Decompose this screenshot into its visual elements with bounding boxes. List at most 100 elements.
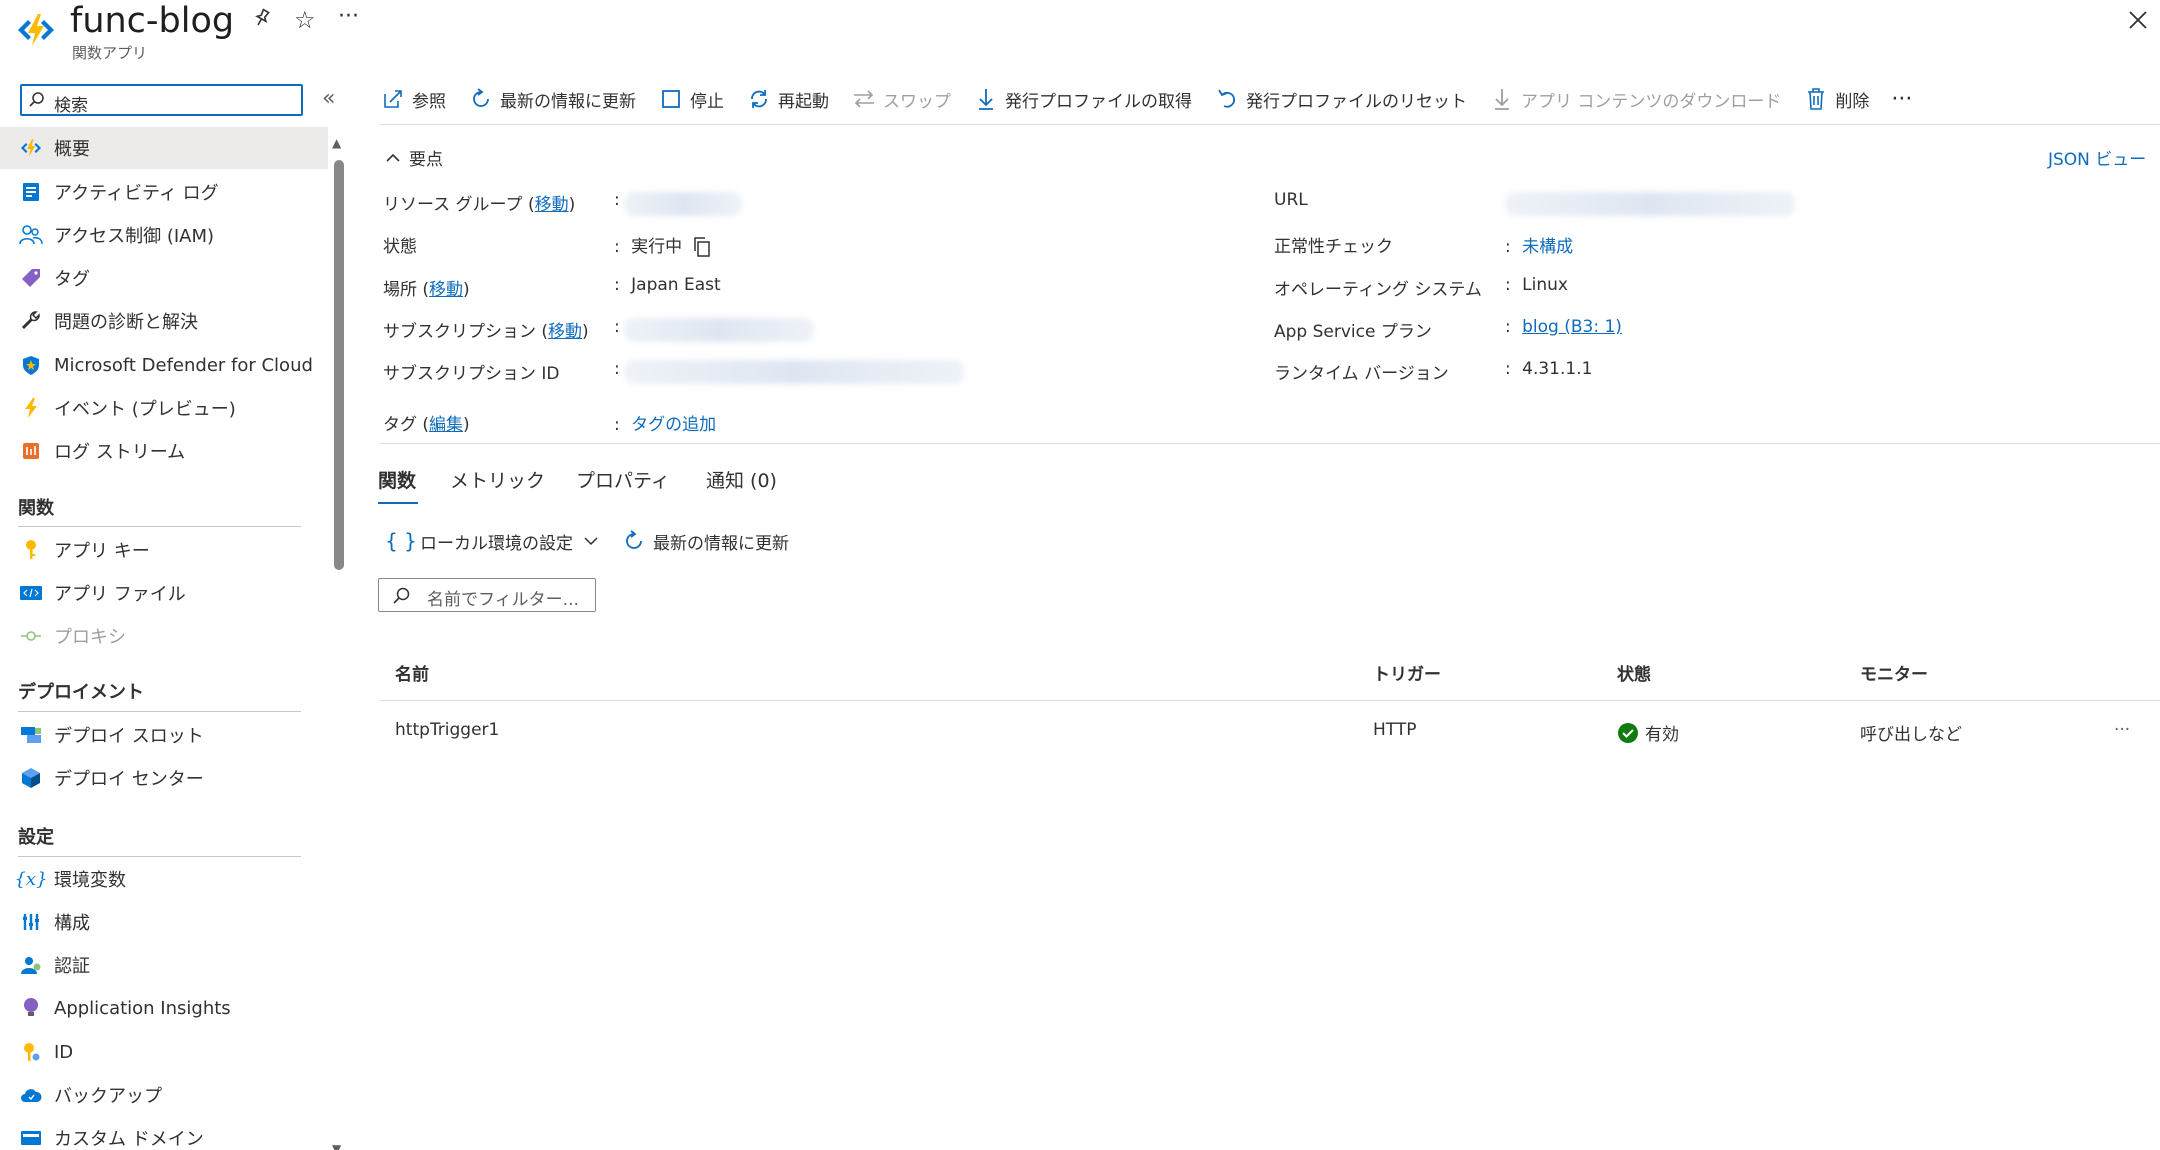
sidebar-item-events[interactable]: イベント (プレビュー)	[0, 387, 328, 429]
sidebar-item-access-control[interactable]: アクセス制御 (IAM)	[0, 214, 328, 256]
wrench-icon	[16, 306, 46, 336]
sidebar-item-custom-domains[interactable]: カスタム ドメイン	[0, 1117, 328, 1150]
column-header-name[interactable]: 名前	[395, 660, 429, 685]
stop-icon	[658, 86, 684, 112]
chevron-up-icon	[385, 152, 401, 164]
colon: :	[614, 415, 620, 435]
column-header-status[interactable]: 状態	[1617, 660, 1651, 685]
reset-publish-profile-button[interactable]: 発行プロファイルのリセット	[1214, 82, 1467, 116]
move-subscription-link[interactable]: 移動	[548, 322, 582, 342]
sidebar-item-label: バックアップ	[54, 1086, 162, 1107]
function-app-icon	[14, 8, 58, 52]
stop-button[interactable]: 停止	[658, 82, 724, 116]
sidebar-item-identity[interactable]: ID	[0, 1031, 328, 1073]
tab-notifications[interactable]: 通知 (0)	[706, 466, 777, 493]
colon: :	[614, 190, 620, 210]
identity-icon	[16, 1037, 46, 1067]
sidebar-item-log-stream[interactable]: ログ ストリーム	[0, 430, 328, 472]
colon: :	[1505, 275, 1511, 295]
star-icon[interactable]: ☆	[294, 5, 316, 35]
divider	[380, 700, 2160, 701]
edit-tags-link[interactable]: 編集	[429, 415, 463, 435]
add-tags-link[interactable]: タグの追加	[631, 415, 716, 435]
column-header-trigger[interactable]: トリガー	[1373, 660, 1441, 685]
sidebar-item-deployment-slots[interactable]: デプロイ スロット	[0, 714, 328, 756]
sidebar-item-deployment-center[interactable]: デプロイ センター	[0, 757, 328, 799]
scrollbar-thumb[interactable]	[334, 160, 344, 570]
json-view-link[interactable]: JSON ビュー	[2048, 145, 2146, 170]
sidebar-item-app-keys[interactable]: アプリ キー	[0, 529, 328, 571]
functions-refresh-button[interactable]: 最新の情報に更新	[621, 524, 789, 558]
close-icon[interactable]	[2126, 8, 2150, 32]
search-input[interactable]: 検索	[20, 84, 303, 116]
essentials-toggle[interactable]: 要点	[385, 145, 443, 170]
refresh-label: 最新の情報に更新	[653, 533, 789, 554]
swap-button: スワップ	[851, 82, 951, 116]
runtime-version-value: : 4.31.1.1	[1505, 359, 1592, 379]
tab-properties[interactable]: プロパティ	[576, 466, 670, 493]
sidebar-item-env-variables[interactable]: {x} 環境変数	[0, 858, 328, 900]
tab-functions[interactable]: 関数	[378, 466, 416, 493]
lightbulb-icon	[16, 993, 46, 1023]
download-content-label: アプリ コンテンツのダウンロード	[1521, 91, 1782, 112]
resource-group-label: リソース グループ (移動)	[383, 195, 576, 215]
download-disabled-icon	[1489, 86, 1515, 112]
location-value: : Japan East	[614, 275, 721, 295]
sidebar-item-tags[interactable]: タグ	[0, 257, 328, 299]
sidebar-item-diagnose[interactable]: 問題の診断と解決	[0, 300, 328, 342]
get-publish-profile-button[interactable]: 発行プロファイルの取得	[973, 82, 1192, 116]
download-content-button: アプリ コンテンツのダウンロード	[1489, 82, 1781, 116]
collapse-sidebar-icon[interactable]: «	[322, 86, 335, 111]
tab-metrics[interactable]: メトリック	[450, 466, 545, 493]
sidebar-item-activity-log[interactable]: アクティビティ ログ	[0, 171, 328, 213]
colon: :	[614, 359, 620, 379]
monitor-link[interactable]: 呼び出しなど	[1860, 720, 1962, 745]
url-value-redacted[interactable]	[1505, 192, 1795, 216]
filter-placeholder: 名前でフィルター...	[427, 590, 579, 610]
row-more-button[interactable]: ···	[2114, 720, 2130, 740]
sidebar-item-application-insights[interactable]: Application Insights	[0, 987, 328, 1029]
restart-label: 再起動	[778, 91, 829, 112]
command-bar: 参照 最新の情報に更新 停止 再起動 スワップ 発行プロファイルの取得 発行プロ…	[380, 82, 1934, 116]
refresh-button[interactable]: 最新の情報に更新	[468, 82, 636, 116]
label-text: タグ	[383, 415, 417, 435]
section-divider	[18, 856, 301, 857]
sidebar-item-overview[interactable]: 概要	[0, 127, 328, 169]
move-resource-group-link[interactable]: 移動	[535, 195, 569, 215]
sidebar-item-configuration[interactable]: 構成	[0, 901, 328, 943]
people-icon	[16, 220, 46, 250]
tags-value: : タグの追加	[614, 410, 716, 435]
sidebar-item-backups[interactable]: バックアップ	[0, 1074, 328, 1116]
local-env-setup-button[interactable]: { } ローカル環境の設定	[385, 524, 599, 558]
sidebar-item-app-files[interactable]: アプリ ファイル	[0, 572, 328, 614]
colon: :	[1505, 237, 1511, 257]
section-header-settings: 設定	[18, 827, 54, 848]
scroll-down-icon[interactable]: ▼	[332, 1142, 341, 1150]
health-check-link[interactable]: 未構成	[1522, 237, 1573, 257]
restart-button[interactable]: 再起動	[746, 82, 829, 116]
scroll-up-icon[interactable]: ▲	[332, 136, 341, 150]
sidebar-item-label: カスタム ドメイン	[54, 1129, 204, 1150]
sidebar-item-label: ログ ストリーム	[54, 442, 186, 463]
sidebar-item-defender[interactable]: Microsoft Defender for Cloud	[0, 344, 328, 386]
column-header-monitor[interactable]: モニター	[1860, 660, 1928, 685]
move-location-link[interactable]: 移動	[429, 280, 463, 300]
browse-button[interactable]: 参照	[380, 82, 446, 116]
function-trigger: HTTP	[1373, 720, 1417, 740]
subscription-id-label: サブスクリプション ID	[383, 364, 560, 384]
pin-icon[interactable]	[250, 6, 274, 30]
delete-button[interactable]: 削除	[1803, 82, 1869, 116]
colon: :	[1505, 317, 1511, 337]
app-service-plan-link[interactable]: blog (B3: 1)	[1522, 317, 1622, 337]
filter-by-name-input[interactable]: 名前でフィルター...	[378, 578, 596, 612]
more-commands-button[interactable]: ···	[1891, 82, 1912, 116]
sidebar-item-label: アプリ キー	[54, 541, 150, 562]
colon: :	[614, 275, 620, 295]
sidebar-item-authentication[interactable]: 認証	[0, 944, 328, 986]
section-divider	[18, 526, 301, 527]
copy-icon[interactable]	[692, 236, 712, 258]
refresh-icon	[468, 86, 494, 112]
function-name-link[interactable]: httpTrigger1	[395, 720, 499, 740]
sidebar-item-label: アクセス制御 (IAM)	[54, 226, 215, 247]
more-icon[interactable]: ···	[338, 2, 359, 32]
